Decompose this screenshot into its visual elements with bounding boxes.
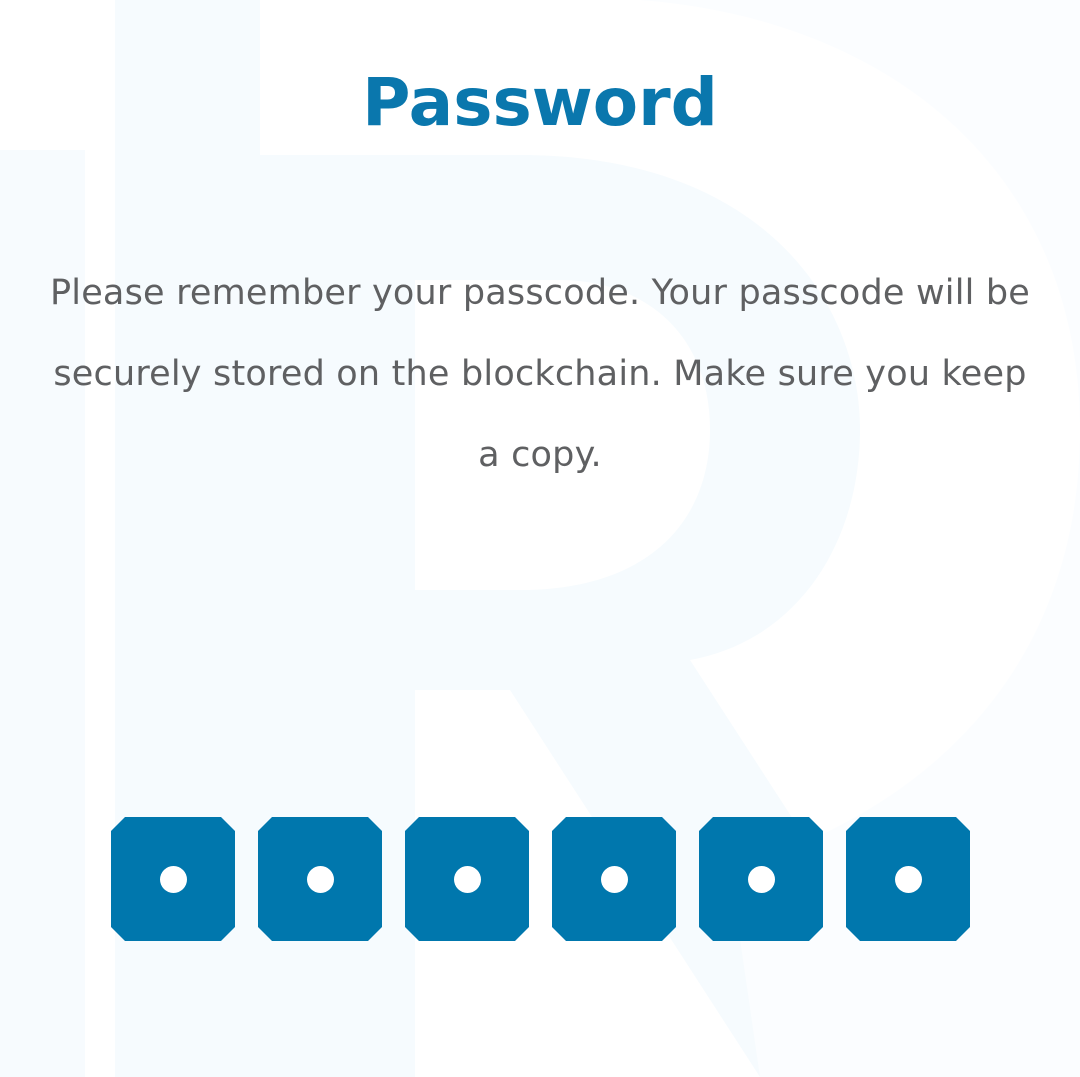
passcode-input[interactable] xyxy=(111,817,970,941)
passcode-digit-1[interactable] xyxy=(111,817,235,941)
page-title: Password xyxy=(362,64,718,141)
filled-dot-icon xyxy=(600,865,628,893)
passcode-digit-2[interactable] xyxy=(258,817,382,941)
filled-dot-icon xyxy=(747,865,775,893)
passcode-digit-6[interactable] xyxy=(846,817,970,941)
filled-dot-icon xyxy=(894,865,922,893)
filled-dot-icon xyxy=(453,865,481,893)
passcode-digit-3[interactable] xyxy=(405,817,529,941)
passcode-warning-message: Please remember your passcode. Your pass… xyxy=(49,273,1031,475)
password-screen: Password Please remember your passcode. … xyxy=(0,0,1080,1077)
filled-dot-icon xyxy=(306,865,334,893)
passcode-digit-5[interactable] xyxy=(699,817,823,941)
filled-dot-icon xyxy=(159,865,187,893)
passcode-digit-4[interactable] xyxy=(552,817,676,941)
